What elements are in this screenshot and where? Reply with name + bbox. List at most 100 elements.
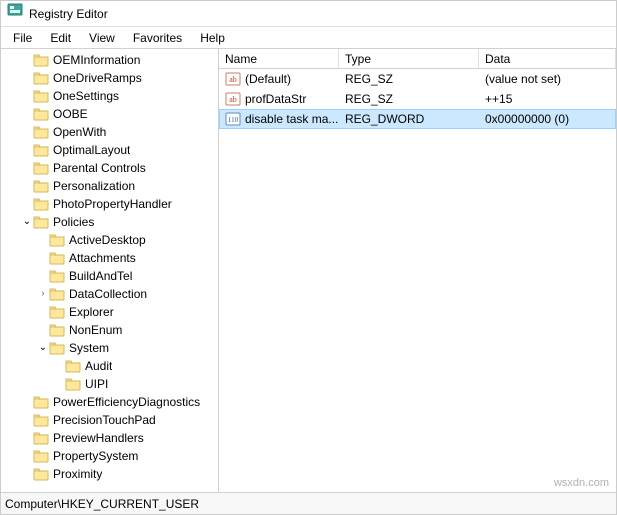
folder-icon (49, 322, 65, 338)
tree-item-label: BuildAndTel (69, 269, 132, 283)
tree-item-label: OptimalLayout (53, 143, 130, 157)
col-header-type[interactable]: Type (339, 49, 479, 68)
value-row[interactable]: ab(Default)REG_SZ(value not set) (219, 69, 616, 89)
tree-item-previewhandlers[interactable]: PreviewHandlers (1, 429, 218, 447)
tree-item-optimallayout[interactable]: OptimalLayout (1, 141, 218, 159)
tree-item-label: System (69, 341, 109, 355)
titlebar: Registry Editor (1, 1, 616, 27)
values-body[interactable]: ab(Default)REG_SZ(value not set)abprofDa… (219, 69, 616, 492)
app-icon (7, 1, 23, 27)
svg-text:ab: ab (229, 95, 237, 104)
tree-item-nonenum[interactable]: NonEnum (1, 321, 218, 339)
menu-edit[interactable]: Edit (42, 27, 79, 48)
tree-item-label: OpenWith (53, 125, 106, 139)
tree-item-photopropertyhandler[interactable]: PhotoPropertyHandler (1, 195, 218, 213)
tree-item-activedesktop[interactable]: ActiveDesktop (1, 231, 218, 249)
folder-icon (33, 466, 49, 482)
folder-icon (49, 340, 65, 356)
folder-icon (33, 124, 49, 140)
tree-item-label: Parental Controls (53, 161, 146, 175)
window-title: Registry Editor (29, 1, 108, 27)
menu-file[interactable]: File (5, 27, 40, 48)
tree-item-label: NonEnum (69, 323, 122, 337)
col-header-name[interactable]: Name (219, 49, 339, 68)
folder-icon (33, 70, 49, 86)
folder-icon (33, 160, 49, 176)
value-data: (value not set) (479, 72, 616, 86)
tree-item-oobe[interactable]: OOBE (1, 105, 218, 123)
tree-item-oeminformation[interactable]: OEMInformation (1, 51, 218, 69)
tree-item-propertysystem[interactable]: PropertySystem (1, 447, 218, 465)
tree-item-buildandtel[interactable]: BuildAndTel (1, 267, 218, 285)
tree-item-explorer[interactable]: Explorer (1, 303, 218, 321)
folder-icon (33, 214, 49, 230)
value-name: disable task ma... (245, 112, 338, 126)
tree-item-openwith[interactable]: OpenWith (1, 123, 218, 141)
tree-item-label: Explorer (69, 305, 114, 319)
menu-favorites[interactable]: Favorites (125, 27, 190, 48)
tree-item-label: Attachments (69, 251, 136, 265)
tree-item-label: DataCollection (69, 287, 147, 301)
tree-item-onedriveramps[interactable]: OneDriveRamps (1, 69, 218, 87)
value-data: 0x00000000 (0) (479, 112, 616, 126)
tree-item-uipi[interactable]: UIPI (1, 375, 218, 393)
folder-icon (33, 394, 49, 410)
value-name: profDataStr (245, 92, 306, 106)
folder-icon (33, 196, 49, 212)
folder-icon (33, 52, 49, 68)
tree-item-onesettings[interactable]: OneSettings (1, 87, 218, 105)
folder-icon (49, 304, 65, 320)
tree-item-label: OEMInformation (53, 53, 140, 67)
tree-item-label: PhotoPropertyHandler (53, 197, 172, 211)
tree-item-personalization[interactable]: Personalization (1, 177, 218, 195)
tree-item-label: Policies (53, 215, 94, 229)
expander-icon[interactable] (21, 216, 33, 228)
tree-item-label: UIPI (85, 377, 108, 391)
tree-item-label: ActiveDesktop (69, 233, 146, 247)
tree-item-system[interactable]: System (1, 339, 218, 357)
menu-view[interactable]: View (81, 27, 123, 48)
menubar: File Edit View Favorites Help (1, 27, 616, 49)
tree-item-policies[interactable]: Policies (1, 213, 218, 231)
folder-icon (33, 178, 49, 194)
tree-pane[interactable]: OEMInformation OneDriveRamps OneSettings OO… (1, 49, 219, 492)
expander-icon[interactable] (37, 288, 49, 300)
folder-icon (65, 376, 81, 392)
menu-help[interactable]: Help (192, 27, 233, 48)
folder-icon (49, 286, 65, 302)
value-type: REG_DWORD (339, 112, 479, 126)
folder-icon (33, 412, 49, 428)
tree-item-label: Audit (85, 359, 112, 373)
statusbar: Computer\HKEY_CURRENT_USER (1, 492, 616, 514)
tree-item-label: Personalization (53, 179, 135, 193)
tree-item-label: PropertySystem (53, 449, 138, 463)
folder-icon (33, 142, 49, 158)
registry-editor-window: Registry Editor File Edit View Favorites… (0, 0, 617, 515)
svg-text:110: 110 (228, 116, 239, 124)
folder-icon (33, 430, 49, 446)
tree-item-proximity[interactable]: Proximity (1, 465, 218, 483)
folder-icon (49, 268, 65, 284)
tree-item-precisiontouchpad[interactable]: PrecisionTouchPad (1, 411, 218, 429)
value-name: (Default) (245, 72, 291, 86)
tree-item-label: PreviewHandlers (53, 431, 144, 445)
svg-text:ab: ab (229, 75, 237, 84)
tree-item-parental-controls[interactable]: Parental Controls (1, 159, 218, 177)
folder-icon (33, 448, 49, 464)
string-value-icon: ab (225, 91, 241, 107)
tree-item-audit[interactable]: Audit (1, 357, 218, 375)
tree-item-attachments[interactable]: Attachments (1, 249, 218, 267)
tree-item-powerefficiencydiagnostics[interactable]: PowerEfficiencyDiagnostics (1, 393, 218, 411)
values-list-pane: Name Type Data ab(Default)REG_SZ(value n… (219, 49, 616, 492)
tree-item-label: OneDriveRamps (53, 71, 142, 85)
value-row[interactable]: abprofDataStrREG_SZ++15 (219, 89, 616, 109)
expander-icon[interactable] (37, 342, 49, 354)
folder-icon (33, 106, 49, 122)
tree-item-datacollection[interactable]: DataCollection (1, 285, 218, 303)
col-header-data[interactable]: Data (479, 49, 616, 68)
tree-item-label: OneSettings (53, 89, 119, 103)
folder-icon (49, 250, 65, 266)
tree-item-label: PowerEfficiencyDiagnostics (53, 395, 200, 409)
values-header: Name Type Data (219, 49, 616, 69)
value-row[interactable]: 110 disable task ma...REG_DWORD0x00000000… (219, 109, 616, 129)
